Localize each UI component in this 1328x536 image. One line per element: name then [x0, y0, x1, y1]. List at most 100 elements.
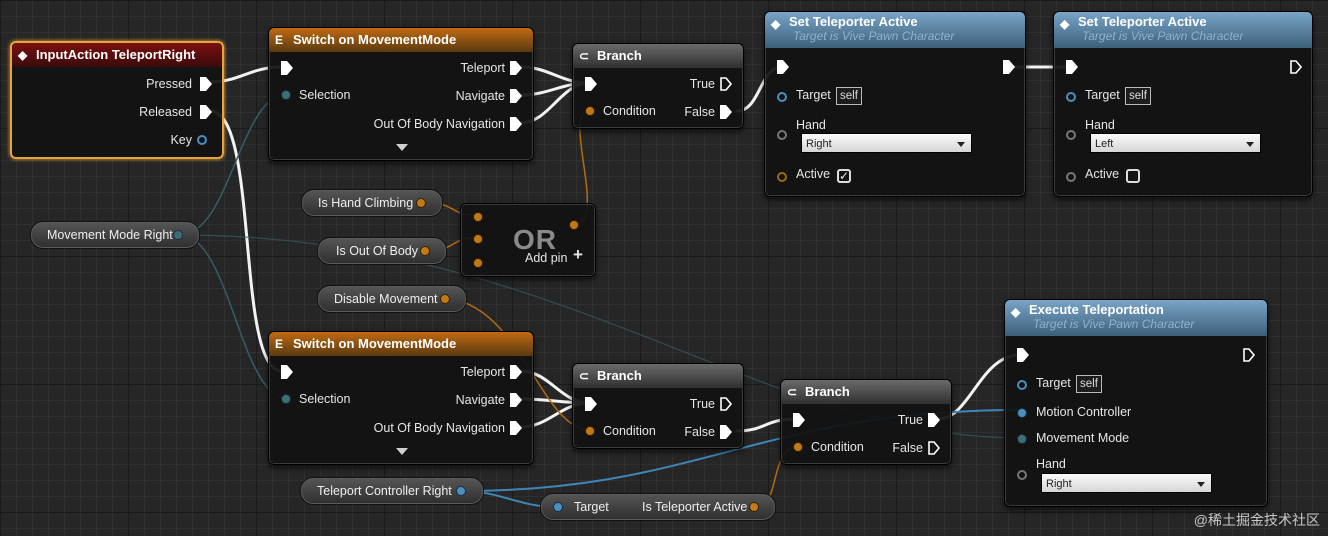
is-out-of-body-var[interactable]: Is Out Of Body	[317, 237, 447, 265]
set-tp-2-title: Set Teleporter Active	[1078, 14, 1207, 29]
execute-tp-motion-controller-pin[interactable]	[1017, 408, 1027, 418]
teleport-controller-right-pin[interactable]	[456, 486, 466, 496]
branch-top-header[interactable]: ⊂ Branch	[573, 44, 743, 68]
execute-tp-hand-pin[interactable]	[1017, 470, 1027, 480]
set-tp-1-subtitle: Target is Vive Pawn Character	[793, 29, 955, 43]
set-tp-1-target-label: Target	[796, 88, 831, 102]
set-tp-1-active-pin[interactable]	[777, 172, 787, 182]
branch-mid-header[interactable]: ⊂ Branch	[573, 364, 743, 388]
branch-mid-condition-pin[interactable]	[585, 426, 595, 436]
teleport-controller-right-label: Teleport Controller Right	[317, 484, 452, 498]
key-pin-label: Key	[170, 133, 192, 147]
dropdown-arrow-icon	[957, 142, 965, 147]
set-tp-1-hand-dropdown[interactable]: Right	[801, 133, 972, 153]
execute-tp-target-pin[interactable]	[1017, 380, 1027, 390]
or-output-pin[interactable]	[569, 220, 579, 230]
set-tp-1-hand-pin[interactable]	[777, 130, 787, 140]
switch-movement-mode-top[interactable]: E Switch on MovementMode Selection Telep…	[268, 27, 534, 161]
is-teleporter-active-node[interactable]: Target Is Teleporter Active	[540, 493, 776, 521]
branch-right-condition-pin[interactable]	[793, 442, 803, 452]
or-node[interactable]: OR Add pin +	[460, 203, 596, 277]
input-action-header[interactable]: ◆ InputAction TeleportRight	[12, 43, 222, 67]
is-tp-active-target-pin[interactable]	[553, 502, 563, 512]
execute-teleportation-node[interactable]: ◆ Execute Teleportation Target is Vive P…	[1004, 299, 1268, 507]
switch-icon: E	[275, 337, 284, 351]
pressed-pin-label: Pressed	[146, 77, 192, 91]
is-hand-climbing-label: Is Hand Climbing	[318, 196, 414, 210]
switch-bottom-header[interactable]: E Switch on MovementMode	[269, 332, 533, 356]
dropdown-arrow-icon	[1246, 142, 1254, 147]
expand-arrow-icon[interactable]	[396, 144, 408, 151]
switch-bottom-title: Switch on MovementMode	[293, 336, 457, 351]
switch-bottom-selection-pin[interactable]	[281, 394, 291, 404]
set-tp-2-header[interactable]: ◆ Set Teleporter Active Target is Vive P…	[1054, 12, 1312, 48]
add-pin-label[interactable]: Add pin	[525, 251, 567, 265]
function-icon: ◆	[1011, 305, 1021, 319]
execute-tp-header[interactable]: ◆ Execute Teleportation Target is Vive P…	[1005, 300, 1267, 336]
branch-node-mid[interactable]: ⊂ Branch Condition True False	[572, 363, 744, 449]
branch-top-condition-pin[interactable]	[585, 106, 595, 116]
switch-bottom-navigate-label: Navigate	[455, 393, 505, 407]
is-hand-climbing-var[interactable]: Is Hand Climbing	[301, 189, 443, 217]
set-tp-1-title: Set Teleporter Active	[789, 14, 918, 29]
is-tp-active-output-pin[interactable]	[749, 502, 759, 512]
execute-tp-hand-value: Right	[1046, 478, 1072, 490]
branch-right-false-label: False	[892, 441, 923, 455]
execute-tp-target-label: Target	[1036, 376, 1071, 390]
set-tp-2-active-checkbox[interactable]	[1126, 169, 1140, 183]
is-out-of-body-pin[interactable]	[420, 246, 430, 256]
switch-top-title: Switch on MovementMode	[293, 32, 457, 47]
movement-mode-right-pin[interactable]	[173, 230, 183, 240]
branch-top-title: Branch	[597, 48, 642, 63]
switch-top-header[interactable]: E Switch on MovementMode	[269, 28, 533, 52]
input-action-node[interactable]: ◆ InputAction TeleportRight Pressed Rele…	[10, 41, 224, 159]
disable-movement-pin[interactable]	[440, 294, 450, 304]
switch-bottom-oob-label: Out Of Body Navigation	[373, 421, 505, 435]
is-hand-climbing-pin[interactable]	[416, 198, 426, 208]
set-teleporter-active-node-1[interactable]: ◆ Set Teleporter Active Target is Vive P…	[764, 11, 1026, 197]
set-tp-2-target-pin[interactable]	[1066, 92, 1076, 102]
switch-bottom-selection-label: Selection	[299, 392, 351, 406]
set-tp-1-target-pin[interactable]	[777, 92, 787, 102]
or-input-pin-b[interactable]	[473, 234, 483, 244]
branch-node-right[interactable]: ⊂ Branch Condition True False	[780, 379, 952, 465]
or-input-pin-c[interactable]	[473, 258, 483, 268]
branch-right-condition-label: Condition	[811, 440, 864, 454]
disable-movement-label: Disable Movement	[334, 292, 438, 306]
execute-tp-movement-mode-pin[interactable]	[1017, 434, 1027, 444]
set-tp-2-active-pin[interactable]	[1066, 172, 1076, 182]
branch-top-condition-label: Condition	[603, 104, 656, 118]
set-tp-2-self-value: self	[1125, 87, 1151, 105]
is-out-of-body-label: Is Out Of Body	[336, 244, 418, 258]
set-tp-2-hand-label: Hand	[1085, 118, 1115, 132]
set-tp-2-subtitle: Target is Vive Pawn Character	[1082, 29, 1244, 43]
or-input-pin-a[interactable]	[473, 212, 483, 222]
execute-tp-title: Execute Teleportation	[1029, 302, 1164, 317]
disable-movement-var[interactable]: Disable Movement	[317, 285, 467, 313]
plus-icon[interactable]: +	[573, 246, 583, 263]
set-tp-2-hand-pin[interactable]	[1066, 130, 1076, 140]
set-tp-1-hand-value: Right	[806, 138, 832, 150]
branch-node-top[interactable]: ⊂ Branch Condition True False	[572, 43, 744, 129]
switch-movement-mode-bottom[interactable]: E Switch on MovementMode Selection Telep…	[268, 331, 534, 465]
set-tp-1-active-checkbox[interactable]: ✓	[837, 169, 851, 183]
execute-tp-self-value: self	[1076, 375, 1102, 393]
expand-arrow-icon[interactable]	[396, 448, 408, 455]
switch-icon: E	[275, 33, 284, 47]
set-tp-2-active-label: Active	[1085, 167, 1120, 181]
branch-right-header[interactable]: ⊂ Branch	[781, 380, 951, 404]
execute-tp-movement-mode-label: Movement Mode	[1036, 431, 1130, 445]
switch-top-navigate-label: Navigate	[455, 89, 505, 103]
set-tp-2-hand-dropdown[interactable]: Left	[1090, 133, 1261, 153]
set-teleporter-active-node-2[interactable]: ◆ Set Teleporter Active Target is Vive P…	[1053, 11, 1313, 197]
function-icon: ◆	[1060, 17, 1070, 31]
branch-icon: ⊂	[579, 49, 590, 63]
movement-mode-right-var[interactable]: Movement Mode Right	[30, 221, 200, 249]
branch-mid-condition-label: Condition	[603, 424, 656, 438]
teleport-controller-right-var[interactable]: Teleport Controller Right	[300, 477, 484, 505]
execute-tp-hand-dropdown[interactable]: Right	[1041, 473, 1212, 493]
switch-top-selection-pin[interactable]	[281, 90, 291, 100]
key-pin[interactable]	[197, 135, 207, 145]
set-tp-1-self-value: self	[836, 87, 862, 105]
set-tp-1-header[interactable]: ◆ Set Teleporter Active Target is Vive P…	[765, 12, 1025, 48]
